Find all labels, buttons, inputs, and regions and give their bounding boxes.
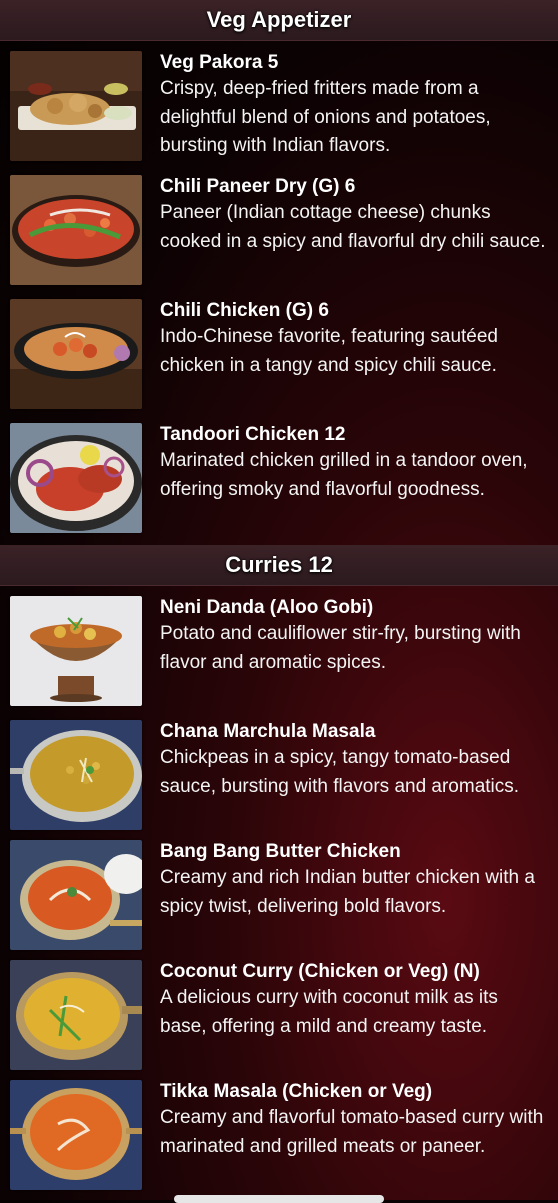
food-photo	[10, 840, 142, 950]
item-description: Chickpeas in a spicy, tangy tomato-based…	[160, 747, 520, 797]
item-description: Indo-Chinese favorite, featuring sautéed…	[160, 326, 498, 376]
food-photo	[10, 720, 142, 830]
food-photo	[10, 1080, 142, 1190]
menu-item-chili-chicken[interactable]: Chili Chicken (G) 6 Indo-Chinese favorit…	[0, 299, 558, 413]
item-description: Paneer (Indian cottage cheese) chunks co…	[160, 202, 546, 252]
item-description: Creamy and rich Indian butter chicken wi…	[160, 867, 535, 917]
item-name: Veg Pakora 5	[160, 52, 279, 73]
section-header-veg-appetizer: Veg Appetizer	[0, 0, 558, 41]
item-name: Tandoori Chicken 12	[160, 424, 346, 445]
item-name: Neni Danda (Aloo Gobi)	[160, 597, 374, 618]
menu-item-veg-pakora[interactable]: Veg Pakora 5 Crispy, deep-fried fritters…	[0, 51, 558, 165]
item-description: Crispy, deep-fried fritters made from a …	[160, 78, 491, 156]
item-name: Tikka Masala (Chicken or Veg)	[160, 1081, 433, 1102]
menu-item-tikka-masala[interactable]: Tikka Masala (Chicken or Veg) Creamy and…	[0, 1080, 558, 1192]
item-description: Creamy and flavorful tomato-based curry …	[160, 1107, 544, 1157]
food-photo	[10, 299, 142, 409]
menu-item-bang-bang-butter-chicken[interactable]: Bang Bang Butter Chicken Creamy and rich…	[0, 840, 558, 950]
item-description: A delicious curry with coconut milk as i…	[160, 987, 498, 1037]
item-description: Potato and cauliflower stir-fry, burstin…	[160, 623, 521, 673]
section-title: Veg Appetizer	[206, 7, 352, 32]
menu-item-neni-danda[interactable]: Neni Danda (Aloo Gobi) Potato and caulif…	[0, 596, 558, 710]
food-photo	[10, 423, 142, 533]
section-title: Curries 12	[225, 552, 333, 577]
section-header-curries: Curries 12	[0, 545, 558, 586]
item-name: Chana Marchula Masala	[160, 721, 376, 742]
food-photo	[10, 51, 142, 161]
food-photo	[10, 175, 142, 285]
menu-item-coconut-curry[interactable]: Coconut Curry (Chicken or Veg) (N) A del…	[0, 960, 558, 1070]
food-photo	[10, 960, 142, 1070]
item-name: Chili Chicken (G) 6	[160, 300, 329, 321]
home-indicator[interactable]	[174, 1195, 384, 1203]
item-name: Bang Bang Butter Chicken	[160, 841, 401, 862]
item-description: Marinated chicken grilled in a tandoor o…	[160, 450, 528, 500]
menu-item-chili-paneer-dry[interactable]: Chili Paneer Dry (G) 6 Paneer (Indian co…	[0, 175, 558, 289]
item-name: Coconut Curry (Chicken or Veg) (N)	[160, 961, 480, 982]
item-name: Chili Paneer Dry (G) 6	[160, 176, 356, 197]
menu-item-tandoori-chicken[interactable]: Tandoori Chicken 12 Marinated chicken gr…	[0, 423, 558, 537]
food-photo	[10, 596, 142, 706]
menu-item-chana-marchula-masala[interactable]: Chana Marchula Masala Chickpeas in a spi…	[0, 720, 558, 830]
